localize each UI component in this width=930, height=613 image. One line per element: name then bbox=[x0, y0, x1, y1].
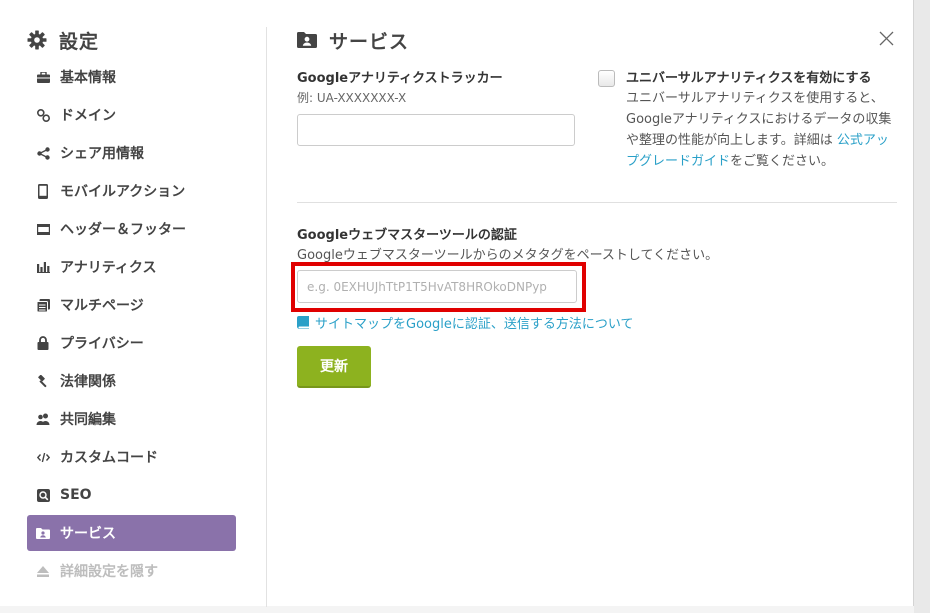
book-icon bbox=[297, 316, 309, 329]
sidebar-item-label: プライバシー bbox=[60, 336, 144, 352]
gavel-icon bbox=[36, 374, 50, 388]
gear-icon bbox=[27, 30, 47, 50]
sidebar-item-header-footer[interactable]: ヘッダー＆フッター bbox=[27, 211, 236, 247]
lock-icon bbox=[36, 336, 50, 350]
eject-icon bbox=[36, 564, 50, 578]
sidebar-item-label: SEO bbox=[60, 487, 92, 503]
sidebar-item-label: 法律関係 bbox=[60, 374, 116, 390]
panel-title: サービス bbox=[329, 30, 410, 53]
sidebar-item-legal[interactable]: 法律関係 bbox=[27, 363, 236, 399]
share-icon bbox=[36, 146, 50, 160]
mobile-icon bbox=[36, 183, 50, 199]
pages-icon bbox=[36, 298, 50, 312]
settings-sidebar: 設定 基本情報 ドメイン シェア用情報 モバイルアクション ヘッダー＆フッター … bbox=[0, 0, 266, 606]
sitemap-help-link-text: サイトマップをGoogleに認証、送信する方法について bbox=[315, 317, 634, 332]
sidebar-item-label: カスタムコード bbox=[60, 450, 158, 466]
universal-analytics-label: ユニバーサルアナリティクスを有効にする bbox=[626, 71, 872, 86]
bottom-band bbox=[0, 606, 914, 613]
sidebar-item-label: サービス bbox=[60, 526, 116, 542]
sitemap-help-link[interactable]: サイトマップをGoogleに認証、送信する方法について bbox=[297, 313, 633, 332]
sidebar-item-basic-info[interactable]: 基本情報 bbox=[27, 59, 236, 95]
sidebar-item-share-info[interactable]: シェア用情報 bbox=[27, 135, 236, 171]
webmaster-tools-label: Googleウェブマスターツールの認証 bbox=[297, 228, 517, 243]
folder-user-icon bbox=[36, 526, 50, 540]
ga-tracker-example: 例: UA-XXXXXXX-X bbox=[297, 91, 407, 105]
universal-analytics-description: ユニバーサルアナリティクスを使用すると、Googleアナリティクスにおけるデータ… bbox=[626, 88, 898, 172]
code-icon bbox=[36, 450, 50, 464]
briefcase-icon bbox=[36, 70, 50, 84]
users-icon bbox=[36, 412, 50, 426]
universal-analytics-checkbox[interactable] bbox=[598, 70, 615, 87]
sidebar-item-label: ドメイン bbox=[60, 108, 116, 124]
section-divider bbox=[297, 202, 897, 203]
ga-tracker-label: Googleアナリティクストラッカー bbox=[297, 71, 503, 86]
sidebar-divider bbox=[266, 27, 267, 607]
sidebar-item-label: 基本情報 bbox=[60, 70, 116, 86]
universal-analytics-desc-suffix: をご覧ください。 bbox=[730, 154, 835, 169]
close-icon[interactable] bbox=[878, 30, 895, 47]
sidebar-item-label: 詳細設定を隠す bbox=[60, 564, 158, 580]
header-footer-icon bbox=[36, 222, 50, 236]
folder-user-icon bbox=[297, 32, 317, 48]
sidebar-item-label: ヘッダー＆フッター bbox=[60, 222, 186, 238]
link-icon bbox=[36, 108, 50, 122]
sidebar-item-label: アナリティクス bbox=[60, 260, 157, 276]
sidebar-item-label: 共同編集 bbox=[60, 412, 116, 428]
panel-header: サービス bbox=[297, 27, 409, 53]
sidebar-item-services[interactable]: サービス bbox=[27, 515, 236, 551]
sidebar-nav: 基本情報 ドメイン シェア用情報 モバイルアクション ヘッダー＆フッター アナリ… bbox=[27, 59, 236, 591]
sidebar-title: 設定 bbox=[59, 30, 100, 53]
sidebar-item-label: シェア用情報 bbox=[60, 146, 144, 162]
sidebar-item-privacy[interactable]: プライバシー bbox=[27, 325, 236, 361]
highlight-annotation bbox=[291, 262, 586, 312]
sidebar-item-collaboration[interactable]: 共同編集 bbox=[27, 401, 236, 437]
sidebar-item-custom-code[interactable]: カスタムコード bbox=[27, 439, 236, 475]
update-button[interactable]: 更新 bbox=[297, 346, 371, 388]
sidebar-item-hide-advanced[interactable]: 詳細設定を隠す bbox=[27, 553, 236, 589]
window-edge-line bbox=[913, 0, 914, 613]
search-icon bbox=[36, 488, 50, 502]
sidebar-header: 設定 bbox=[27, 27, 99, 53]
sidebar-item-label: マルチページ bbox=[60, 298, 144, 314]
bar-chart-icon bbox=[36, 260, 50, 274]
ga-tracker-input[interactable] bbox=[297, 114, 575, 146]
sidebar-item-multi-page[interactable]: マルチページ bbox=[27, 287, 236, 323]
sidebar-item-analytics[interactable]: アナリティクス bbox=[27, 249, 236, 285]
sidebar-item-seo[interactable]: SEO bbox=[27, 477, 236, 513]
webmaster-tools-description: Googleウェブマスターツールからのメタタグをペーストしてください。 bbox=[297, 248, 719, 263]
sidebar-item-mobile-action[interactable]: モバイルアクション bbox=[27, 173, 236, 209]
sidebar-item-domain[interactable]: ドメイン bbox=[27, 97, 236, 133]
window-edge bbox=[914, 0, 930, 613]
sidebar-item-label: モバイルアクション bbox=[60, 184, 186, 200]
